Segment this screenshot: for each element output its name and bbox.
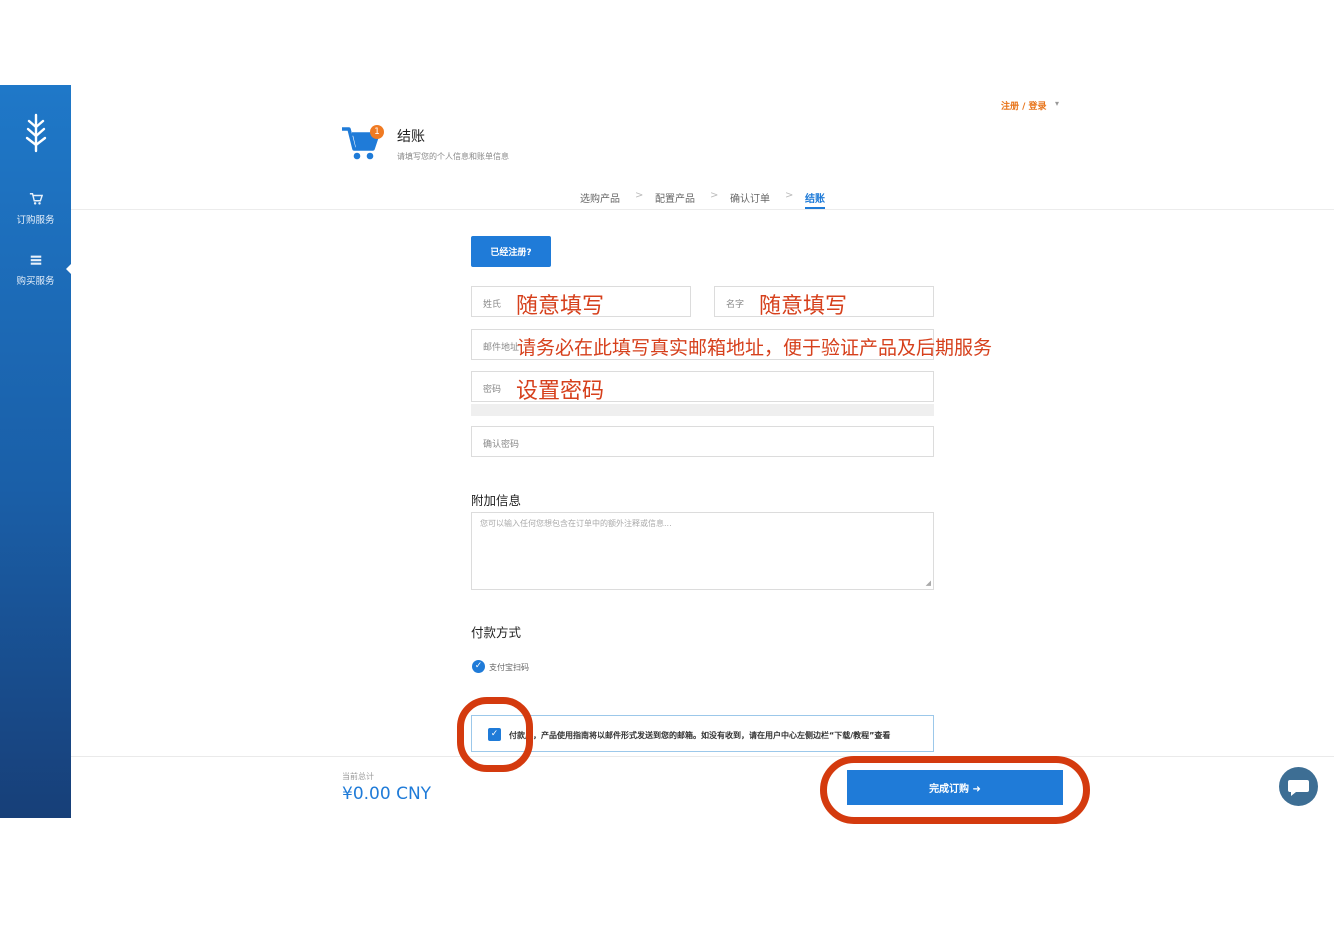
cart-count-badge: 1	[370, 125, 384, 139]
step-configure-product[interactable]: 配置产品	[655, 190, 695, 205]
list-icon	[30, 255, 41, 265]
sidebar-item-order-service[interactable]: 订购服务	[0, 190, 71, 226]
chevron-down-icon[interactable]: ▾	[1055, 99, 1059, 108]
chevron-right-icon: >	[785, 190, 794, 201]
annotation-ring-checkbox	[457, 697, 533, 772]
additional-info-title: 附加信息	[471, 493, 522, 508]
notes-placeholder: 您可以输入任何您想包含在订单中的额外注释或信息...	[480, 519, 672, 528]
password-field[interactable]: 密码 设置密码	[471, 371, 934, 404]
chevron-right-icon: >	[710, 190, 719, 201]
total-value: ¥0.00 CNY	[342, 784, 432, 804]
chevron-right-icon: >	[635, 190, 644, 201]
tos-text: 付款后，产品使用指南将以邮件形式发送到您的邮箱。如没有收到，请在用户中心左侧边栏…	[509, 731, 891, 740]
already-registered-button[interactable]: 已经注册?	[471, 236, 551, 267]
sidebar-item-label: 订购服务	[16, 215, 55, 226]
footer-divider	[71, 756, 1334, 757]
email-field[interactable]: 邮件地址 请务必在此填写真实邮箱地址，便于验证产品及后期服务	[471, 329, 992, 360]
step-checkout[interactable]: 结账	[805, 190, 825, 205]
annotation-ring-complete-button	[820, 756, 1090, 824]
first-name-value: 随意填写	[759, 294, 848, 319]
additional-notes-textarea[interactable]: 您可以输入任何您想包含在订单中的额外注释或信息... ◢	[471, 512, 934, 590]
sidebar: 订购服务 购买服务	[0, 85, 72, 818]
password-label: 密码	[483, 385, 502, 395]
last-name-value: 随意填写	[516, 294, 605, 319]
resize-handle-icon[interactable]: ◢	[926, 579, 931, 587]
cart-icon	[29, 193, 43, 205]
password-strength-bar	[471, 404, 934, 416]
active-indicator	[66, 263, 72, 275]
first-name-label: 名字	[726, 300, 745, 310]
sidebar-item-label: 购买服务	[16, 276, 55, 287]
email-value: 请务必在此填写真实邮箱地址，便于验证产品及后期服务	[517, 337, 993, 359]
logo-icon	[25, 113, 47, 153]
tos-agreement-box: ✓ 付款后，产品使用指南将以邮件形式发送到您的邮箱。如没有收到，请在用户中心左侧…	[471, 715, 934, 752]
page-subtitle: 请填写您的个人信息和账单信息	[397, 152, 509, 161]
confirm-password-field[interactable]: 确认密码	[471, 426, 934, 457]
sidebar-item-buy-service[interactable]: 购买服务	[0, 251, 71, 287]
chat-icon	[1288, 780, 1309, 796]
step-confirm-order[interactable]: 确认订单	[730, 190, 770, 205]
confirm-password-label: 确认密码	[483, 440, 520, 450]
password-value: 设置密码	[516, 379, 605, 404]
login-register-link[interactable]: 注册 / 登录	[1001, 99, 1047, 112]
page-title: 结账	[397, 129, 425, 145]
email-label: 邮件地址	[483, 343, 520, 353]
alipay-radio[interactable]: ✓	[472, 660, 485, 673]
first-name-field[interactable]: 名字 随意填写	[714, 286, 934, 319]
header-divider	[71, 209, 1334, 210]
alipay-label[interactable]: 支付宝扫码	[489, 662, 529, 673]
chat-button[interactable]	[1279, 767, 1318, 806]
step-select-product[interactable]: 选购产品	[580, 190, 620, 205]
last-name-label: 姓氏	[483, 300, 502, 310]
last-name-field[interactable]: 姓氏 随意填写	[471, 286, 691, 319]
total-label: 当前总计	[342, 772, 374, 781]
payment-method-title: 付款方式	[471, 625, 522, 640]
